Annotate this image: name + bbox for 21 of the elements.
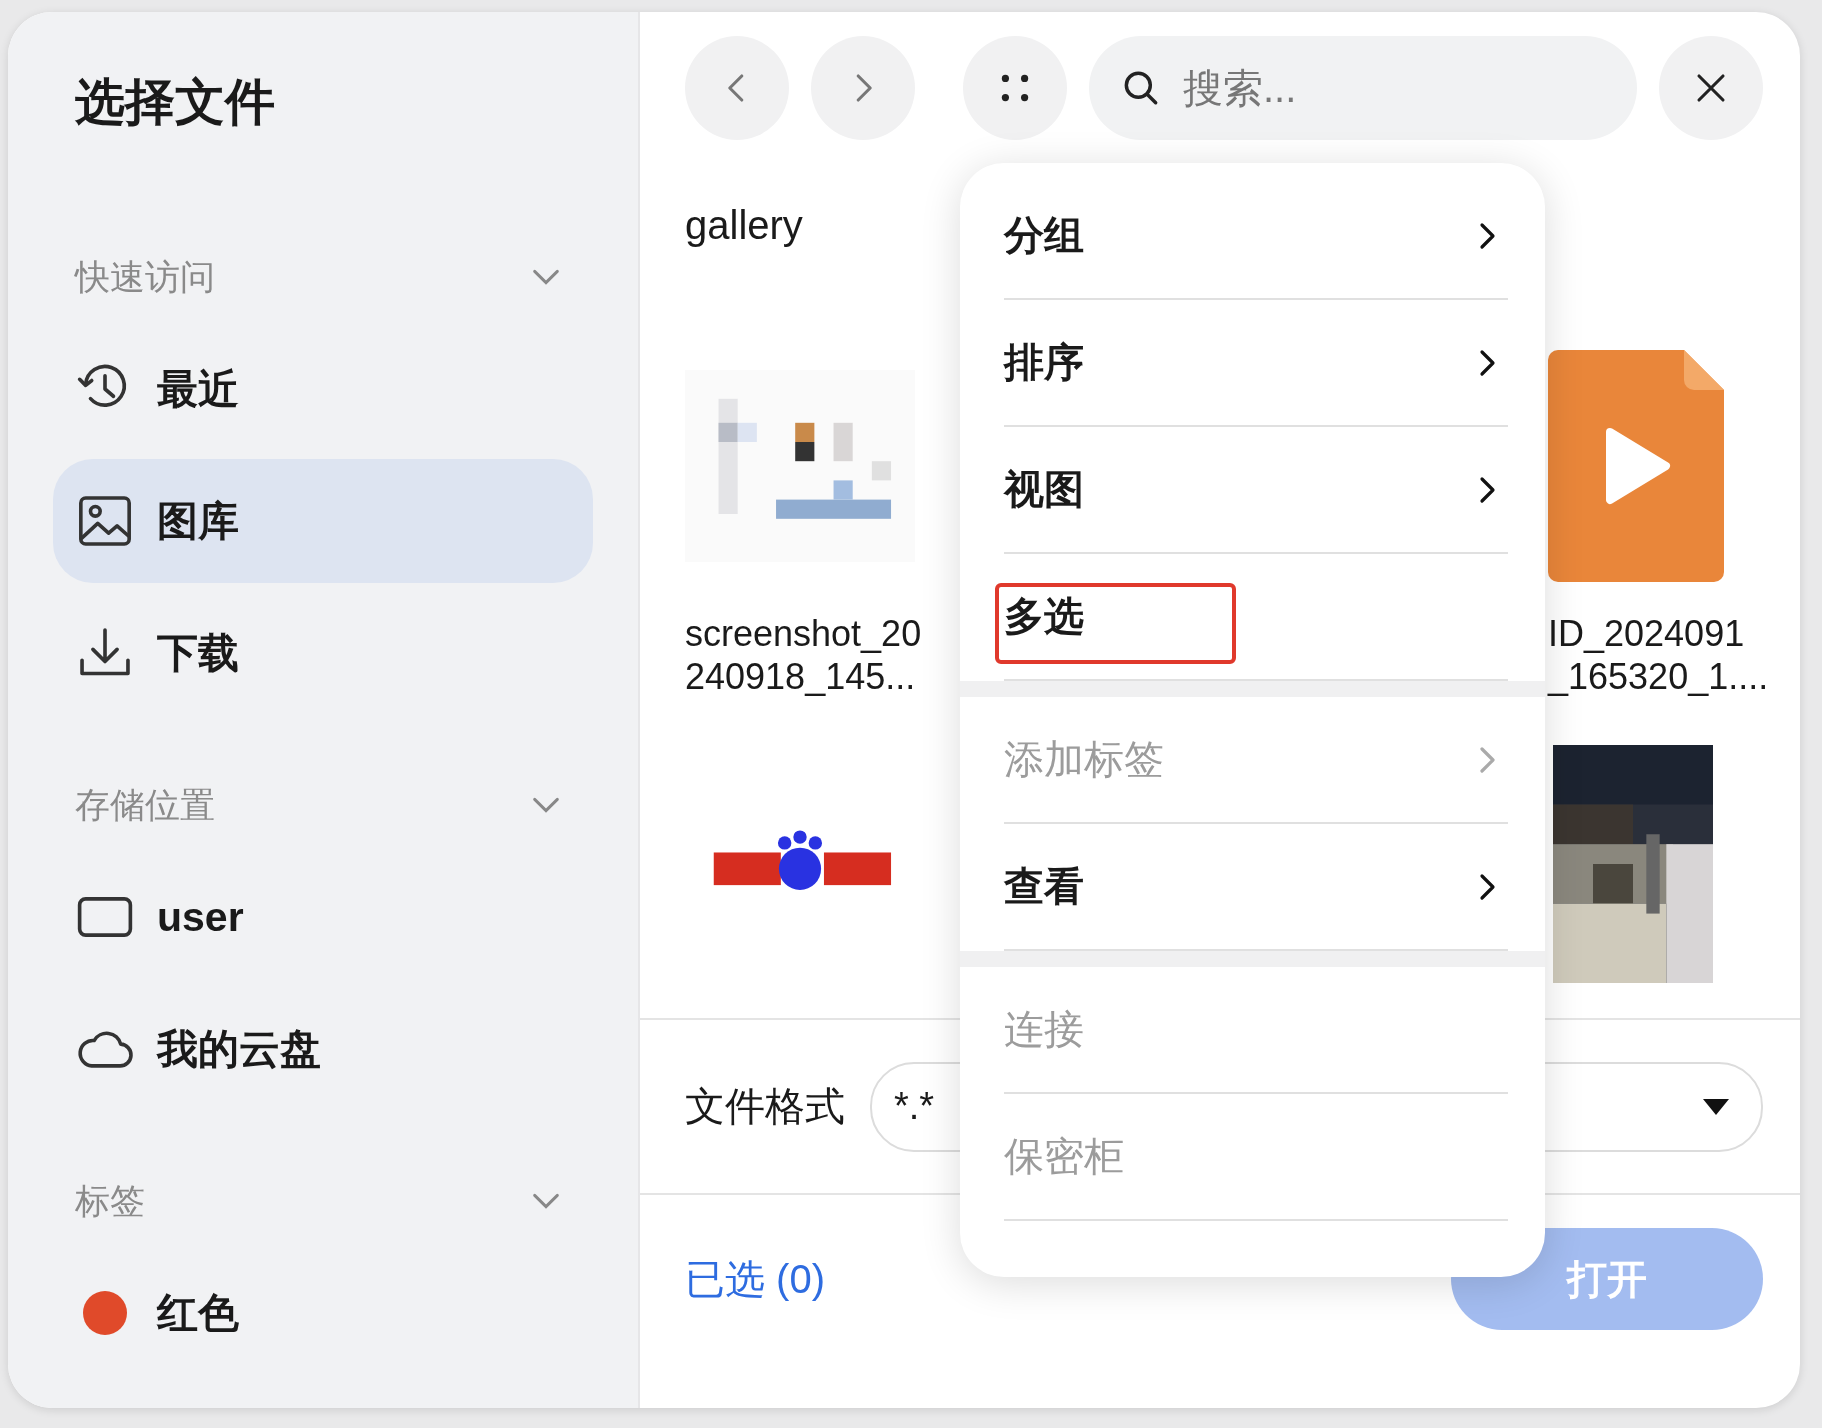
triangle-down-icon [1701,1096,1731,1117]
folder-name: gallery [685,202,803,249]
sidebar-item[interactable]: 下载 [53,591,593,715]
file-name: 240918_145... [685,655,917,698]
dialog-title: 选择文件 [74,73,276,132]
file-name: ID_2024091 [1548,612,1746,655]
sidebar-item[interactable]: user [53,855,593,979]
file-name: screenshot_20 [685,612,923,655]
search-bar[interactable]: 搜索... [1089,36,1637,140]
selected-count: 已选 (0) [685,1255,825,1303]
menu-item[interactable]: 排序 [1004,300,1508,427]
search-field[interactable]: 搜索... [1181,64,1565,112]
menu-item[interactable]: 视图 [1004,427,1508,554]
sidebar-item[interactable]: 图库 [53,459,593,583]
sidebar-item[interactable]: 红色 [53,1251,593,1375]
file-name: _165320_1.... [1548,655,1770,698]
menu-item[interactable]: 分组 [1004,173,1508,300]
format-label: 文件格式 [685,1083,845,1130]
video-file-icon [1548,350,1724,582]
sidebar-item[interactable]: 我的云盘 [53,987,593,1111]
sidebar-item[interactable]: 最近 [53,327,593,451]
